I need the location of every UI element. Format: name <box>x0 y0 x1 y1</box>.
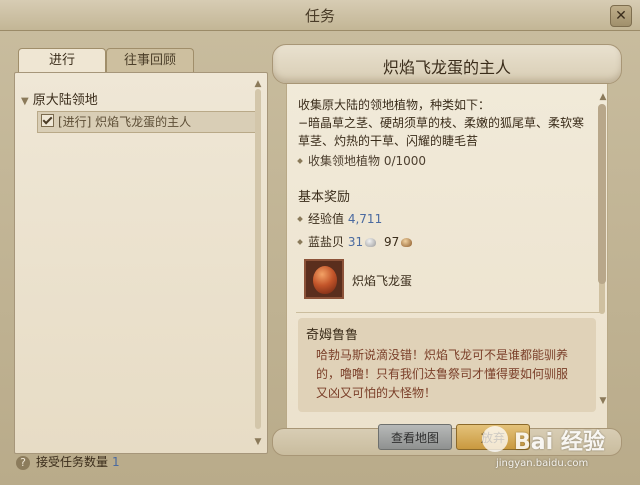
npc-dialog: 哈勃马斯说滴没错！炽焰飞龙可不是谁都能驯养 的，噜噜！只有我们达鲁祭司才懂得要如… <box>316 346 592 403</box>
dragon-egg-icon <box>313 266 337 294</box>
accepted-count: ? 接受任务数量 1 <box>16 452 120 472</box>
bullet-icon <box>297 158 303 164</box>
view-map-button[interactable]: 查看地图 <box>378 424 452 450</box>
quest-title: 炽焰飞龙蛋的主人 <box>382 58 511 77</box>
shell-bronze-value: 97 <box>383 235 400 249</box>
quest-list-item-label: [进行] 炽焰飞龙蛋的主人 <box>58 115 192 129</box>
tab-history[interactable]: 往事回顾 <box>106 48 194 73</box>
checkbox-icon[interactable] <box>41 114 54 127</box>
tab-in-progress[interactable]: 进行 <box>18 48 106 73</box>
reward-item-slot[interactable] <box>304 259 344 299</box>
accepted-count-label: 接受任务数量 <box>36 455 109 469</box>
expand-triangle-icon[interactable]: ▼ <box>21 96 29 107</box>
window-titlebar: 任务 ✕ <box>0 0 640 31</box>
help-icon[interactable]: ? <box>16 456 30 470</box>
watermark-url: jingyan.baidu.com <box>496 458 589 469</box>
shell-silver-value: 31 <box>347 235 364 249</box>
exp-value: 4,711 <box>347 212 383 226</box>
quest-list-item[interactable]: [进行] 炽焰飞龙蛋的主人 <box>37 111 259 133</box>
quest-objective: 收集领地植物 0/1000 <box>297 152 427 169</box>
dialog-line: 哈勃马斯说滴没错！炽焰飞龙可不是谁都能驯养 <box>316 348 569 362</box>
scroll-header: 炽焰飞龙蛋的主人 <box>272 44 622 84</box>
close-button[interactable]: ✕ <box>610 5 632 27</box>
scroll-down-arrow-icon[interactable]: ▼ <box>597 396 609 406</box>
scroll-up-arrow-icon[interactable]: ▲ <box>252 79 264 89</box>
window-title: 任务 <box>304 7 335 25</box>
quest-list-panel: ▼ 原大陆领地 [进行] 炽焰飞龙蛋的主人 ▲ ▼ <box>14 72 268 454</box>
shell-label: 蓝盐贝 <box>308 235 345 249</box>
scroll-up-arrow-icon[interactable]: ▲ <box>597 92 609 102</box>
watermark: Bai 经验 jingyan.baidu.com <box>478 418 628 478</box>
bullet-icon <box>297 239 303 245</box>
paw-logo-icon <box>482 426 508 452</box>
description-line: 收集原大陆的领地植物，种类如下： <box>298 98 491 112</box>
accepted-count-value: 1 <box>112 455 120 469</box>
reward-exp: 经验值 4,711 <box>297 210 383 227</box>
objective-text: 收集领地植物 0/1000 <box>308 154 427 168</box>
divider <box>296 312 600 313</box>
watermark-brand: Bai 经验 <box>514 430 605 455</box>
quest-category-label: 原大陆领地 <box>32 93 98 108</box>
npc-name: 奇姆鲁鲁 <box>306 328 359 343</box>
scroll-down-arrow-icon[interactable]: ▼ <box>252 437 264 447</box>
bronze-shell-icon <box>401 238 413 247</box>
detail-scroll-thumb[interactable] <box>598 104 606 284</box>
quest-category[interactable]: ▼ 原大陆领地 <box>21 89 98 108</box>
reward-shells: 蓝盐贝 31 97 <box>297 233 416 250</box>
dialog-line: 又凶又可怕的大怪物！ <box>316 386 437 400</box>
bullet-icon <box>297 216 303 222</box>
reward-item-name: 炽焰飞龙蛋 <box>352 274 413 288</box>
silver-shell-icon <box>365 238 377 247</box>
quest-description: 收集原大陆的领地植物，种类如下： −暗晶草之茎、硬胡须草的枝、柔嫩的狐尾草、柔软… <box>298 96 598 150</box>
exp-label: 经验值 <box>308 212 345 226</box>
description-line: −暗晶草之茎、硬胡须草的枝、柔嫩的狐尾草、柔软寒 <box>298 116 585 130</box>
description-line: 草茎、灼热的干草、闪耀的睫毛苔 <box>298 134 479 148</box>
left-scrollbar[interactable] <box>255 89 261 429</box>
rewards-title: 基本奖励 <box>298 190 351 205</box>
dialog-line: 的，噜噜！只有我们达鲁祭司才懂得要如何驯服 <box>316 367 569 381</box>
